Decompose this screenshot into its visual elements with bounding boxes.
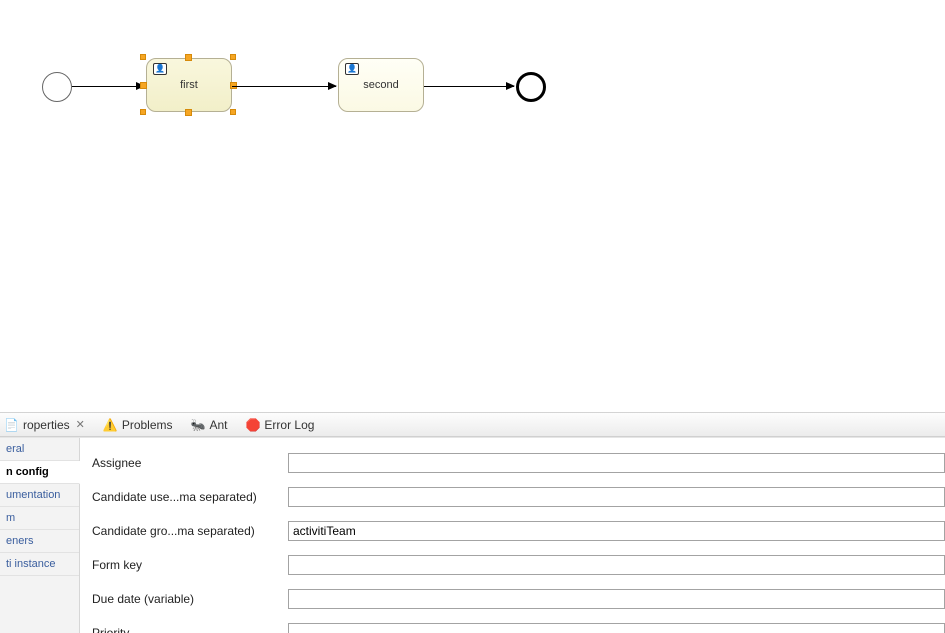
- candidate-users-input[interactable]: [288, 487, 945, 507]
- task-label: second: [363, 79, 398, 91]
- ant-icon: 🐜: [191, 418, 206, 432]
- side-tab-general[interactable]: eral: [0, 438, 79, 461]
- user-task-second[interactable]: 👤 second: [338, 58, 424, 112]
- view-tab-bar: 📄 roperties ✕ ⚠️ Problems 🐜 Ant 🛑 Error …: [0, 412, 945, 437]
- assignee-input[interactable]: [288, 453, 945, 473]
- properties-icon: 📄: [4, 418, 19, 432]
- sequence-flow[interactable]: [232, 86, 336, 87]
- priority-label: Priority: [92, 626, 288, 633]
- tab-properties[interactable]: 📄 roperties ✕: [0, 418, 89, 432]
- form-key-input[interactable]: [288, 555, 945, 575]
- side-tab-form[interactable]: m: [0, 507, 79, 530]
- tab-label: Problems: [122, 418, 173, 432]
- errorlog-icon: 🛑: [245, 418, 260, 432]
- properties-panel: eral n config umentation m eners ti inst…: [0, 437, 945, 633]
- assignee-label: Assignee: [92, 456, 288, 470]
- resize-handle[interactable]: [140, 109, 146, 115]
- side-tab-main-config[interactable]: n config: [0, 461, 80, 484]
- sequence-flow[interactable]: [72, 86, 144, 87]
- tab-label: Error Log: [264, 418, 314, 432]
- resize-handle[interactable]: [230, 54, 236, 60]
- resize-handle[interactable]: [140, 82, 147, 89]
- user-task-icon: 👤: [153, 63, 167, 75]
- side-tab-documentation[interactable]: umentation: [0, 484, 79, 507]
- priority-input[interactable]: [288, 623, 945, 633]
- resize-handle[interactable]: [140, 54, 146, 60]
- user-task-icon: 👤: [345, 63, 359, 75]
- properties-form: Assignee Candidate use...ma separated) C…: [80, 438, 945, 633]
- properties-side-tabs: eral n config umentation m eners ti inst…: [0, 438, 80, 633]
- due-date-label: Due date (variable): [92, 592, 288, 606]
- due-date-input[interactable]: [288, 589, 945, 609]
- form-key-label: Form key: [92, 558, 288, 572]
- tab-ant[interactable]: 🐜 Ant: [187, 418, 232, 432]
- user-task-first[interactable]: 👤 first: [146, 58, 232, 112]
- tab-label: Ant: [209, 418, 227, 432]
- task-label: first: [180, 79, 198, 91]
- tab-problems[interactable]: ⚠️ Problems: [99, 418, 177, 432]
- side-tab-multi-instance[interactable]: ti instance: [0, 553, 79, 576]
- problems-icon: ⚠️: [103, 418, 118, 432]
- bpmn-canvas[interactable]: 👤 first 👤 second: [0, 0, 945, 410]
- close-icon[interactable]: ✕: [76, 418, 85, 431]
- tab-errorlog[interactable]: 🛑 Error Log: [241, 418, 318, 432]
- sequence-flow[interactable]: [424, 86, 514, 87]
- resize-handle[interactable]: [185, 54, 192, 61]
- resize-handle[interactable]: [185, 109, 192, 116]
- start-event-node[interactable]: [42, 72, 72, 102]
- candidate-users-label: Candidate use...ma separated): [92, 490, 288, 504]
- candidate-groups-label: Candidate gro...ma separated): [92, 524, 288, 538]
- end-event-node[interactable]: [516, 72, 546, 102]
- tab-label: roperties: [23, 418, 70, 432]
- candidate-groups-input[interactable]: [288, 521, 945, 541]
- side-tab-listeners[interactable]: eners: [0, 530, 79, 553]
- resize-handle[interactable]: [230, 109, 236, 115]
